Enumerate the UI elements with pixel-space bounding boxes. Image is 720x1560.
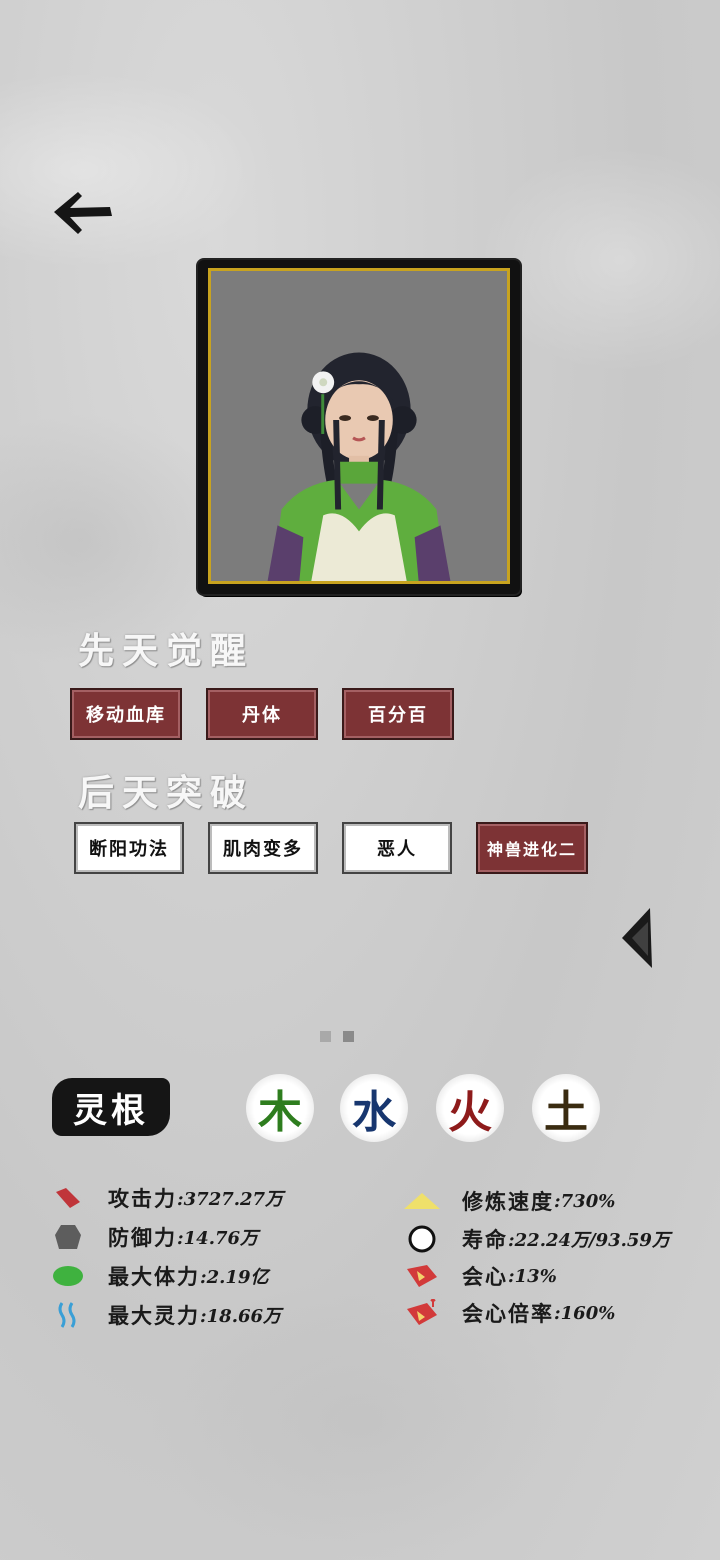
attack-icon	[50, 1183, 86, 1213]
stat-cultivation-speed-label: 修炼速度	[462, 1189, 554, 1214]
acquired-tag-duanyang[interactable]: 断阳功法	[74, 822, 184, 874]
element-earth: 土	[532, 1074, 600, 1142]
character-illustration	[267, 352, 451, 581]
back-arrow-icon[interactable]	[52, 190, 114, 236]
stat-lifespan-label: 寿命	[462, 1227, 508, 1252]
element-wood-char: 木	[258, 1087, 302, 1138]
cultivation-speed-icon	[404, 1186, 440, 1216]
innate-tag-mobile-blood-bank[interactable]: 移动血库	[70, 688, 182, 740]
crit-icon	[404, 1261, 440, 1291]
stat-defense-label: 防御力	[108, 1225, 177, 1250]
acquired-tag-row: 断阳功法 肌肉变多 恶人 神兽进化二	[74, 822, 588, 874]
stat-lifespan: 寿命 :22.24万/93.59万	[404, 1222, 670, 1256]
acquired-tag-divine-beast[interactable]: 神兽进化二	[476, 822, 588, 874]
stat-max-hp: 最大体力 :2.19亿	[50, 1259, 268, 1293]
lifespan-icon	[404, 1224, 440, 1254]
stat-attack-label: 攻击力	[108, 1186, 177, 1211]
stat-max-mana: 最大灵力 :18.66万	[50, 1298, 281, 1332]
innate-awakening-title: 先天觉醒	[78, 630, 255, 672]
stat-attack: 攻击力 :3727.27万	[50, 1181, 283, 1215]
stat-max-hp-value: :2.19亿	[200, 1267, 269, 1288]
element-fire: 火	[436, 1074, 504, 1142]
stat-crit-multiplier-label: 会心倍率	[462, 1301, 554, 1326]
stat-max-hp-label: 最大体力	[108, 1264, 200, 1289]
acquired-breakthrough-title: 后天突破	[78, 772, 255, 814]
stat-crit-label: 会心	[462, 1264, 508, 1289]
element-water-char: 水	[352, 1087, 396, 1138]
element-water: 水	[340, 1074, 408, 1142]
innate-tag-row: 移动血库 丹体 百分百	[70, 688, 454, 740]
stat-max-mana-value: :18.66万	[200, 1306, 282, 1327]
element-fire-char: 火	[448, 1087, 492, 1138]
crit-multiplier-icon	[404, 1298, 440, 1328]
stat-defense-value: :14.76万	[177, 1228, 259, 1249]
innate-tag-dan-body[interactable]: 丹体	[206, 688, 318, 740]
page-dot-active	[343, 1031, 354, 1042]
page-dot	[320, 1031, 331, 1042]
stat-crit-multiplier: 会心倍率 :160%	[404, 1296, 615, 1330]
acquired-tag-villain[interactable]: 恶人	[342, 822, 452, 874]
character-portrait	[208, 268, 510, 584]
stat-max-mana-label: 最大灵力	[108, 1303, 200, 1328]
innate-tag-hundred-percent[interactable]: 百分百	[342, 688, 454, 740]
stat-crit-multiplier-value: :160%	[554, 1302, 616, 1324]
page-left-arrow-icon[interactable]	[620, 906, 654, 970]
element-wood: 木	[246, 1074, 314, 1142]
stat-crit-value: :13%	[508, 1265, 557, 1287]
element-earth-char: 土	[544, 1087, 588, 1138]
character-portrait-frame	[198, 260, 520, 594]
spirit-root-label: 灵根	[52, 1078, 170, 1136]
stat-cultivation-speed-value: :730%	[554, 1190, 616, 1212]
defense-icon	[50, 1222, 86, 1252]
acquired-tag-muscle[interactable]: 肌肉变多	[208, 822, 318, 874]
stat-attack-value: :3727.27万	[177, 1189, 284, 1210]
page-indicator	[320, 1031, 354, 1042]
hp-icon	[50, 1261, 86, 1291]
stat-lifespan-value: :22.24万/93.59万	[508, 1230, 670, 1251]
stat-crit: 会心 :13%	[404, 1259, 557, 1293]
stat-cultivation-speed: 修炼速度 :730%	[404, 1184, 615, 1218]
mana-icon	[50, 1300, 86, 1330]
stat-defense: 防御力 :14.76万	[50, 1220, 258, 1254]
